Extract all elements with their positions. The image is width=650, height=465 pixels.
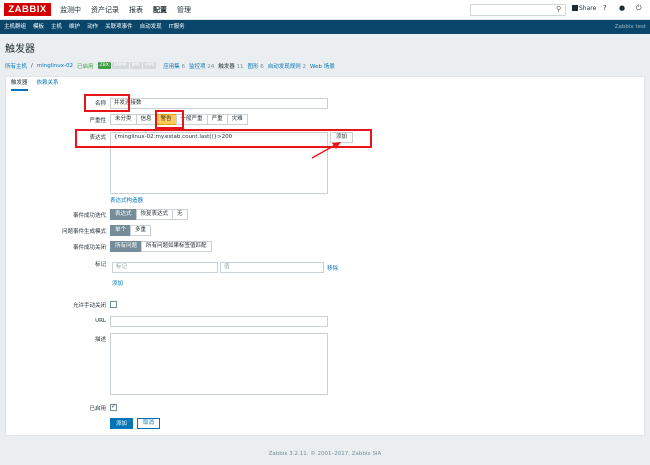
submenu-it-services[interactable]: IT服务 — [169, 20, 185, 34]
share-icon — [572, 5, 578, 11]
snmp-availability-badge: SNMP — [111, 62, 129, 69]
enabled-label: 已启用 — [89, 406, 106, 412]
url-label: URL — [95, 318, 106, 324]
ok-close-all-problems[interactable]: 所有问题 — [110, 241, 143, 252]
arrow-shaft — [311, 143, 338, 159]
remove-tag-link[interactable]: 移除 — [327, 264, 338, 272]
main-menu: 监测中 资产记录 报表 配置 管理 — [60, 0, 201, 20]
menu-configuration[interactable]: 配置 — [153, 0, 167, 20]
submenu-event-correlation[interactable]: 关联项事件 — [105, 20, 133, 34]
host-link[interactable]: minglinux-02 — [37, 63, 73, 69]
manual-close-label: 允许手动关闭 — [72, 303, 106, 309]
submenu-maintenance[interactable]: 维护 — [69, 20, 80, 34]
description-textarea[interactable] — [110, 333, 328, 395]
share-button[interactable]: Share — [572, 5, 596, 12]
problem-event-mode-label: 问题事件生成模式 — [61, 229, 106, 235]
problem-mode-multiple[interactable]: 多重 — [130, 225, 152, 236]
ipmi-availability-badge: IPMI — [142, 62, 157, 69]
ok-event-generation-label: 事件成功迭代 — [72, 213, 106, 219]
submenu-hosts[interactable]: 主机 — [51, 20, 62, 34]
page-footer: Zabbix 3.2.11. © 2001–2017, Zabbix SIA — [268, 451, 382, 457]
menu-administration[interactable]: 管理 — [177, 0, 191, 20]
jmx-availability-badge: JMX — [129, 62, 142, 69]
annotation-arrow — [311, 142, 341, 159]
tag-name-input[interactable]: 标记 — [112, 262, 218, 273]
sub-menu-bar: 主机群组 模板 主机 维护 动作 关联项事件 自动发现 IT服务 Zabbix … — [0, 20, 650, 34]
submenu-host-groups[interactable]: 主机群组 — [4, 20, 26, 34]
ok-event-none[interactable]: 无 — [172, 209, 188, 220]
description-label: 描述 — [94, 337, 106, 343]
breadcrumb-separator: / — [31, 62, 33, 69]
user-icon[interactable]: ● — [619, 4, 625, 12]
ok-event-recovery-expression[interactable]: 恢复表达式 — [135, 209, 174, 220]
ok-event-expression[interactable]: 表达式 — [110, 209, 137, 220]
top-bar: ZABBIX 监测中 资产记录 报表 配置 管理 ⚲ Share ? ● ⏻ — [0, 0, 650, 20]
submit-add-button[interactable]: 添加 — [110, 418, 134, 429]
menu-inventory[interactable]: 资产记录 — [91, 0, 119, 20]
manual-close-checkbox[interactable] — [110, 301, 117, 308]
submenu-templates[interactable]: 模板 — [33, 20, 44, 34]
url-field[interactable] — [110, 316, 328, 327]
applications-link[interactable]: 应用集 6 — [163, 62, 185, 70]
page-title: 触发器 — [5, 44, 35, 55]
breadcrumb: 所有主机 / minglinux-02 已启用 ZBX SNMP JMX IPM… — [5, 58, 645, 73]
zabbix-logo[interactable]: ZABBIX — [4, 3, 51, 16]
sub-menu: 主机群组 模板 主机 维护 动作 关联项事件 自动发现 IT服务 — [4, 20, 192, 34]
graphs-link[interactable]: 图形 6 — [247, 62, 263, 70]
problem-event-mode-selector: 单个 多重 — [110, 225, 152, 236]
ok-close-tag-match[interactable]: 所有问题如果标签值匹配 — [141, 241, 212, 252]
menu-reports[interactable]: 报表 — [129, 0, 143, 20]
zbx-availability-badge: ZBX — [97, 62, 111, 69]
tags-label: 标记 — [94, 262, 106, 268]
search-input[interactable] — [470, 4, 566, 16]
tag-value-input[interactable]: 值 — [220, 262, 324, 273]
trigger-form-card: 触发器 依赖关系 名称 并发连接数 严重性 未分类 信息 警告 一般严重 严重 … — [5, 76, 645, 436]
server-name: Zabbix test — [614, 24, 646, 30]
logout-icon[interactable]: ⏻ — [636, 4, 642, 13]
cancel-button[interactable]: 取消 — [137, 418, 161, 429]
add-tag-link[interactable]: 添加 — [112, 279, 123, 287]
ok-event-closes-selector: 所有问题 所有问题如果标签值匹配 — [110, 241, 212, 252]
items-link[interactable]: 监控项 24 — [189, 62, 214, 70]
discovery-rules-link[interactable]: 自动发现规则 2 — [268, 62, 306, 70]
problem-mode-single[interactable]: 单个 — [110, 225, 132, 236]
triggers-link[interactable]: 触发器 11 — [218, 62, 243, 70]
enabled-checkbox[interactable] — [110, 403, 117, 411]
help-icon[interactable]: ? — [603, 4, 607, 12]
ok-event-closes-label: 事件成功关闭 — [72, 245, 106, 251]
submenu-discovery[interactable]: 自动发现 — [140, 20, 162, 34]
all-hosts-link[interactable]: 所有主机 — [5, 62, 27, 70]
menu-monitoring[interactable]: 监测中 — [60, 0, 81, 20]
ok-event-generation-selector: 表达式 恢复表达式 无 — [110, 209, 188, 220]
web-scenarios-link[interactable]: Web 场景 — [310, 62, 335, 70]
submenu-actions[interactable]: 动作 — [87, 20, 98, 34]
search-icon[interactable]: ⚲ — [556, 5, 561, 13]
expression-constructor-link[interactable]: 表达式构造器 — [110, 196, 143, 204]
host-status[interactable]: 已启用 — [77, 62, 94, 70]
